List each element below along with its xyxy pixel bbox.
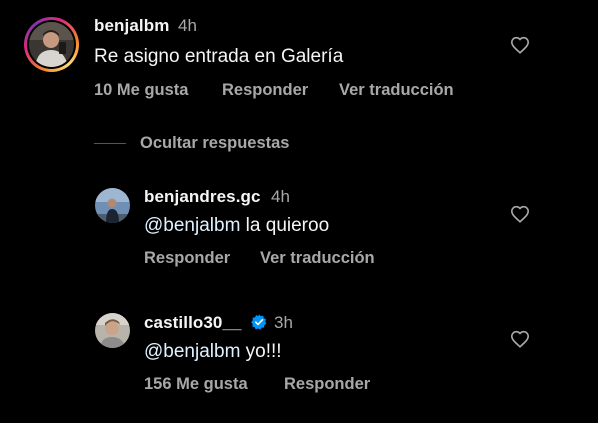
reply-username[interactable]: benjandres.gc xyxy=(144,187,261,207)
reply-text: @benjalbm yo!!! xyxy=(144,341,282,363)
avatar[interactable] xyxy=(95,313,130,348)
heart-outline-icon[interactable] xyxy=(510,205,530,223)
reply-username[interactable]: castillo30__ xyxy=(144,313,242,333)
reply-text: @benjalbm la quieroo xyxy=(144,215,329,237)
translate-button[interactable]: Ver traducción xyxy=(339,81,454,100)
like-count-link[interactable]: 156 Me gusta xyxy=(144,375,248,394)
hide-replies-button[interactable]: Ocultar respuestas xyxy=(140,134,289,153)
avatar-photo xyxy=(95,313,130,348)
comment-text: Re asigno entrada en Galería xyxy=(94,46,344,67)
avatar[interactable] xyxy=(95,188,130,223)
mention-link[interactable]: @benjalbm xyxy=(144,341,240,362)
reply-text-body: la quieroo xyxy=(240,215,330,236)
heart-outline-icon[interactable] xyxy=(510,330,530,348)
reply-button[interactable]: Responder xyxy=(144,249,230,268)
avatar-photo xyxy=(29,22,74,67)
verified-badge-icon xyxy=(251,314,267,330)
reply-button[interactable]: Responder xyxy=(284,375,370,394)
translate-button[interactable]: Ver traducción xyxy=(260,249,375,268)
reply-button[interactable]: Responder xyxy=(222,81,308,100)
reply-time: 4h xyxy=(271,187,290,206)
comment-username[interactable]: benjalbm xyxy=(94,16,169,36)
like-count-link[interactable]: 10 Me gusta xyxy=(94,81,188,100)
comments-panel: benjalbm 4h Re asigno entrada en Galería… xyxy=(0,0,598,423)
avatar-photo xyxy=(95,188,130,223)
reply-time: 3h xyxy=(274,313,293,332)
mention-link[interactable]: @benjalbm xyxy=(144,215,240,236)
avatar[interactable] xyxy=(29,22,74,67)
heart-outline-icon[interactable] xyxy=(510,36,530,54)
comment-time: 4h xyxy=(178,16,197,35)
replies-divider-line xyxy=(94,143,126,144)
reply-text-body: yo!!! xyxy=(240,341,282,362)
